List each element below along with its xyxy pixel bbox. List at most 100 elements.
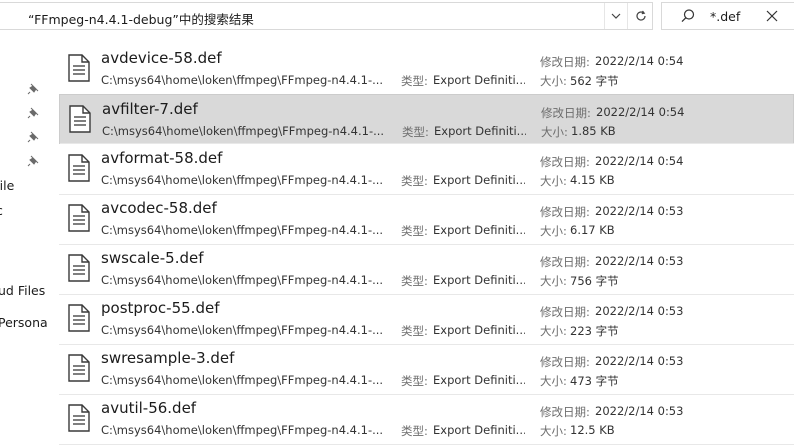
nav-item-label[interactable]: Persona	[0, 315, 48, 330]
type-label: 类型:	[401, 274, 428, 288]
file-type: Export Definiti...	[434, 124, 526, 138]
document-icon	[68, 54, 90, 82]
result-row[interactable]: avcodec-58.def C:\msys64\home\loken\ffmp…	[59, 194, 794, 245]
file-modified-date: 2022/2/14 0:53	[595, 304, 684, 318]
file-path: C:\msys64\home\loken\ffmpeg\FFmpeg-n4.4.…	[101, 323, 384, 337]
size-label: 大小:	[540, 74, 567, 88]
close-icon[interactable]	[764, 8, 780, 24]
file-name: avutil-56.def	[101, 399, 197, 417]
type-label: 类型:	[402, 125, 429, 139]
file-size: 4.15 KB	[570, 173, 615, 187]
file-path: C:\msys64\home\loken\ffmpeg\FFmpeg-n4.4.…	[101, 273, 384, 287]
result-row[interactable]: swscale-5.def C:\msys64\home\loken\ffmpe…	[59, 244, 794, 295]
type-label: 类型:	[401, 374, 428, 388]
file-size: 6.17 KB	[570, 223, 615, 237]
modified-label: 修改日期:	[540, 155, 590, 169]
search-input[interactable]: *.def	[710, 9, 740, 24]
modified-label: 修改日期:	[540, 205, 590, 219]
top-bar: “FFmpeg-n4.4.1-debug”中的搜索结果 *.def	[0, 0, 794, 33]
file-size: 12.5 KB	[570, 423, 615, 437]
file-modified-date: 2022/2/14 0:53	[595, 204, 684, 218]
document-icon	[68, 154, 90, 182]
file-path: C:\msys64\home\loken\ffmpeg\FFmpeg-n4.4.…	[101, 73, 384, 87]
pin-icon[interactable]	[27, 155, 39, 167]
size-label: 大小:	[540, 424, 567, 438]
file-type: Export Definiti...	[433, 173, 525, 187]
file-name: avfilter-7.def	[102, 100, 198, 118]
file-size: 756 字节	[570, 274, 619, 288]
modified-label: 修改日期:	[540, 355, 590, 369]
result-row[interactable]: avdevice-58.def C:\msys64\home\loken\ffm…	[59, 44, 794, 95]
file-name: avcodec-58.def	[101, 199, 217, 217]
modified-label: 修改日期:	[540, 255, 590, 269]
file-modified-date: 2022/2/14 0:53	[595, 354, 684, 368]
document-icon	[69, 105, 91, 133]
file-modified-date: 2022/2/14 0:54	[595, 54, 684, 68]
file-name: avformat-58.def	[101, 149, 223, 167]
size-label: 大小:	[540, 224, 567, 238]
file-type: Export Definiti...	[433, 223, 525, 237]
file-type: Export Definiti...	[433, 273, 525, 287]
refresh-button[interactable]	[627, 3, 653, 29]
file-name: swresample-3.def	[101, 349, 235, 367]
chevron-down-icon	[611, 13, 621, 19]
file-path: C:\msys64\home\loken\ffmpeg\FFmpeg-n4.4.…	[102, 124, 385, 138]
pin-icon[interactable]	[27, 83, 39, 95]
result-row[interactable]: avfilter-7.def C:\msys64\home\loken\ffmp…	[59, 94, 794, 144]
size-label: 大小:	[541, 125, 568, 139]
modified-label: 修改日期:	[540, 405, 590, 419]
size-label: 大小:	[540, 274, 567, 288]
size-label: 大小:	[540, 324, 567, 338]
nav-item-label[interactable]: c	[0, 203, 3, 218]
file-modified-date: 2022/2/14 0:53	[595, 254, 684, 268]
file-path: C:\msys64\home\loken\ffmpeg\FFmpeg-n4.4.…	[101, 423, 384, 437]
result-row[interactable]: avutil-56.def C:\msys64\home\loken\ffmpe…	[59, 394, 794, 445]
type-label: 类型:	[401, 224, 428, 238]
nav-item-label[interactable]: oile	[0, 178, 14, 193]
file-modified-date: 2022/2/14 0:53	[595, 404, 684, 418]
row-divider	[59, 444, 794, 445]
file-type: Export Definiti...	[433, 73, 525, 87]
document-icon	[68, 254, 90, 282]
type-label: 类型:	[401, 174, 428, 188]
document-icon	[68, 404, 90, 432]
size-label: 大小:	[540, 174, 567, 188]
file-size: 223 字节	[570, 324, 619, 338]
pin-icon[interactable]	[27, 131, 39, 143]
file-modified-date: 2022/2/14 0:54	[596, 105, 685, 119]
file-type: Export Definiti...	[433, 323, 525, 337]
address-bar[interactable]: “FFmpeg-n4.4.1-debug”中的搜索结果	[0, 2, 653, 30]
file-type: Export Definiti...	[433, 423, 525, 437]
file-path: C:\msys64\home\loken\ffmpeg\FFmpeg-n4.4.…	[101, 223, 384, 237]
file-type: Export Definiti...	[433, 373, 525, 387]
refresh-icon	[635, 10, 646, 21]
pin-icon[interactable]	[27, 107, 39, 119]
result-row[interactable]: postproc-55.def C:\msys64\home\loken\ffm…	[59, 294, 794, 345]
result-row[interactable]: swresample-3.def C:\msys64\home\loken\ff…	[59, 344, 794, 395]
file-name: postproc-55.def	[101, 299, 220, 317]
result-row[interactable]: avformat-58.def C:\msys64\home\loken\ffm…	[59, 144, 794, 195]
modified-label: 修改日期:	[540, 305, 590, 319]
document-icon	[68, 204, 90, 232]
file-size: 562 字节	[570, 74, 619, 88]
document-icon	[68, 304, 90, 332]
type-label: 类型:	[401, 424, 428, 438]
modified-label: 修改日期:	[540, 55, 590, 69]
file-size: 473 字节	[570, 374, 619, 388]
file-name: swscale-5.def	[101, 249, 204, 267]
file-path: C:\msys64\home\loken\ffmpeg\FFmpeg-n4.4.…	[101, 173, 384, 187]
file-name: avdevice-58.def	[101, 49, 222, 67]
search-box[interactable]: *.def	[661, 2, 794, 30]
nav-item-label[interactable]: ud Files	[0, 283, 45, 298]
file-size: 1.85 KB	[571, 124, 616, 138]
search-icon	[681, 9, 695, 23]
modified-label: 修改日期:	[541, 106, 591, 120]
file-modified-date: 2022/2/14 0:54	[595, 154, 684, 168]
address-dropdown-button[interactable]	[604, 3, 627, 29]
navigation-pane: oile c ud Files Persona	[0, 33, 48, 447]
size-label: 大小:	[540, 374, 567, 388]
address-path-text: “FFmpeg-n4.4.1-debug”中的搜索结果	[28, 12, 254, 27]
document-icon	[68, 354, 90, 382]
file-path: C:\msys64\home\loken\ffmpeg\FFmpeg-n4.4.…	[101, 373, 384, 387]
type-label: 类型:	[401, 74, 428, 88]
